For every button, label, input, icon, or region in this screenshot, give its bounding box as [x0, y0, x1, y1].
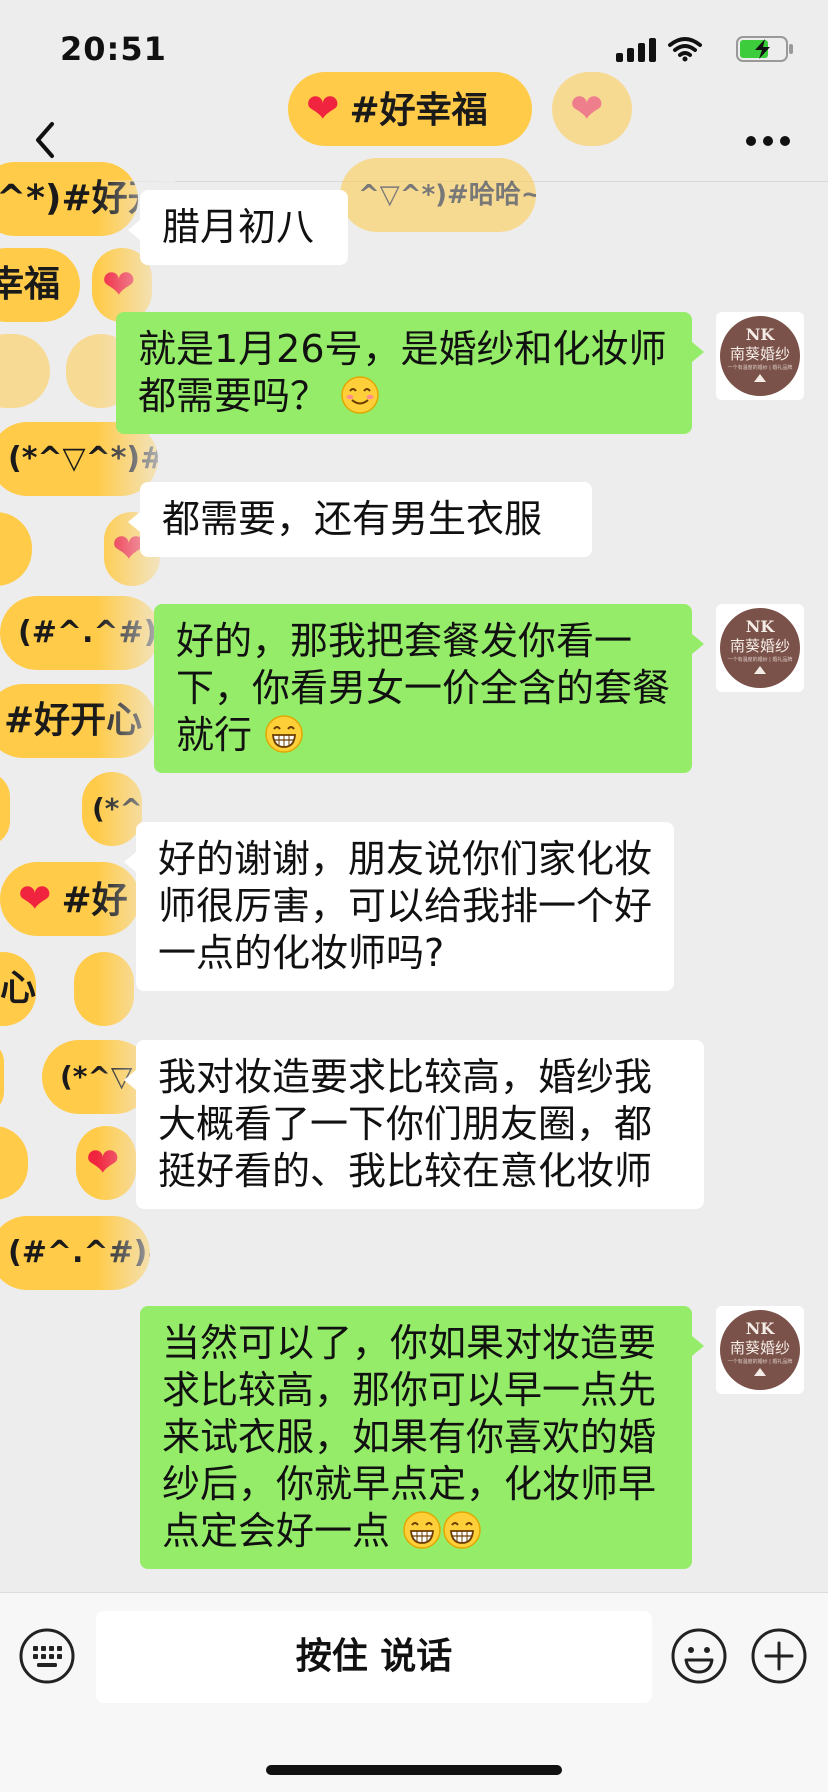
heart-icon: ❤ [102, 262, 136, 308]
effect-pill: #好开心 [0, 684, 156, 758]
message-text: 就是1月26号，是婚纱和化妆师都需要吗？ [138, 327, 667, 418]
incoming-message[interactable]: 腊月初八 [128, 190, 348, 265]
message-text: 腊月初八 [162, 205, 315, 249]
wifi-icon [668, 37, 702, 62]
effect-pill-text: (*^▽ [60, 1060, 133, 1093]
heart-icon: ❤ [306, 86, 340, 132]
grinning-face-emoji-icon [403, 1511, 441, 1549]
effect-pill [0, 512, 32, 586]
avatar[interactable]: NK 南葵婚纱 一个有温度的婚纱 | 婚礼品牌 [716, 604, 804, 692]
heart-icon: ❤ [18, 876, 52, 922]
effect-pill-text: ^▽^*)#哈哈~ [358, 180, 536, 210]
avatar[interactable]: NK 南葵婚纱 一个有温度的婚纱 | 婚礼品牌 [716, 312, 804, 400]
heart-icon: ❤ [86, 1140, 120, 1186]
effect-pill-text: (#^.^#) [18, 615, 158, 650]
effect-pill-text: #好幸福 [349, 90, 488, 131]
effect-pill: ❤ #好 [0, 862, 140, 936]
effect-pill [74, 952, 134, 1026]
effect-pill [0, 334, 50, 408]
effect-pill: ^▽^*)#哈哈~ [340, 158, 536, 232]
home-indicator[interactable] [266, 1765, 562, 1775]
message-text: 好的，那我把套餐发你看一下，你看男女一价全含的套餐就行 [176, 619, 671, 757]
incoming-message[interactable]: 都需要，还有男生衣服 [128, 482, 592, 557]
effect-pill-text: (*^▽^*)#好 [8, 441, 158, 476]
effect-pill: ^*)#好开心 [0, 162, 138, 236]
effect-pill-text: (#^.^#)# [8, 1235, 150, 1270]
avatar-logo: NK 南葵婚纱 一个有温度的婚纱 | 婚礼品牌 [720, 316, 800, 396]
effect-pill: ❤ #好幸福 [288, 72, 532, 146]
effect-pill: 心 [0, 952, 36, 1026]
message-text: 都需要，还有男生衣服 [162, 497, 543, 541]
more-options-icon[interactable] [746, 136, 790, 148]
effect-pill [0, 1126, 28, 1200]
effect-pill: (#^.^#)# [0, 1216, 150, 1290]
avatar-logo: NK 南葵婚纱 一个有温度的婚纱 | 婚礼品牌 [720, 1310, 800, 1390]
effect-pill-text: (*^ [92, 792, 142, 825]
message-text: 好的谢谢，朋友说你们家化妆师很厉害，可以给我排一个好一点的化妆师吗? [158, 837, 653, 975]
status-time: 20:51 [60, 30, 167, 68]
message-text: 我对妆造要求比较高，婚纱我大概看了一下你们朋友圈，都挺好看的、我比较在意化妆师 [158, 1055, 653, 1193]
incoming-message[interactable]: 我对妆造要求比较高，婚纱我大概看了一下你们朋友圈，都挺好看的、我比较在意化妆师 [124, 1040, 704, 1209]
effect-pill-text: ^*)#好开心 [0, 178, 138, 219]
hold-to-talk-button[interactable]: 按住 说话 [96, 1611, 652, 1703]
effect-pill-text: 心 [0, 968, 36, 1009]
effect-pill [0, 1040, 4, 1114]
effect-pill: ❤ [552, 72, 632, 146]
effect-pill: ❤ [76, 1126, 136, 1200]
effect-pill [0, 772, 10, 846]
smiling-face-emoji-icon [341, 376, 379, 414]
incoming-message[interactable]: 好的谢谢，朋友说你们家化妆师很厉害，可以给我排一个好一点的化妆师吗? [124, 822, 674, 991]
input-bar: 按住 说话 [0, 1592, 828, 1792]
avatar-logo: NK 南葵婚纱 一个有温度的婚纱 | 婚礼品牌 [720, 608, 800, 688]
keyboard-icon[interactable] [18, 1627, 76, 1685]
outgoing-message[interactable]: 当然可以了，你如果对妆造要求比较高，那你可以早一点先来试衣服，如果有你喜欢的婚纱… [140, 1306, 704, 1569]
effect-pill: 幸福 [0, 248, 80, 322]
effect-pill: (*^ [82, 772, 142, 846]
plus-icon[interactable] [750, 1627, 808, 1685]
outgoing-message[interactable]: 就是1月26号，是婚纱和化妆师都需要吗？ [116, 312, 704, 434]
back-chevron-icon[interactable] [30, 118, 60, 162]
effect-pill-text: 幸福 [0, 264, 61, 305]
effect-pill-text: #好开心 [4, 700, 143, 741]
grinning-face-emoji-icon [265, 715, 303, 753]
avatar[interactable]: NK 南葵婚纱 一个有温度的婚纱 | 婚礼品牌 [716, 1306, 804, 1394]
grinning-face-emoji-icon [443, 1511, 481, 1549]
battery-charging-icon [736, 36, 793, 62]
effect-pill: (#^.^#) [0, 596, 160, 670]
emoji-icon[interactable] [670, 1627, 728, 1685]
cellular-signal-icon [616, 36, 656, 62]
outgoing-message[interactable]: 好的，那我把套餐发你看一下，你看男女一价全含的套餐就行 [154, 604, 704, 773]
effect-pill-text: #好 [61, 880, 128, 921]
heart-icon: ❤ [570, 86, 604, 132]
